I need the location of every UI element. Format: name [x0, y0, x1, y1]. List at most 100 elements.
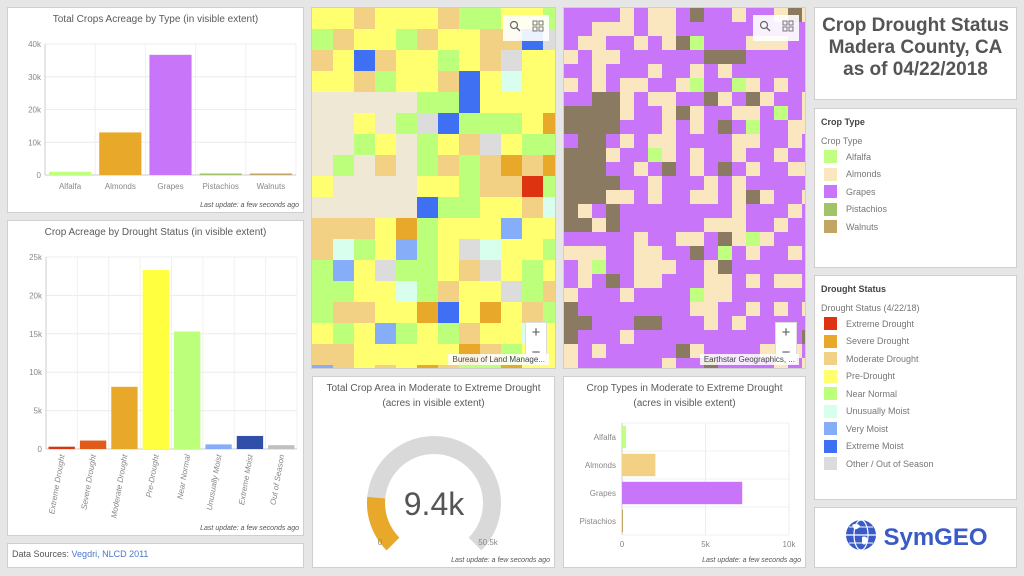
- map-field: [802, 190, 805, 204]
- map-field: [578, 162, 592, 176]
- map-field: [718, 260, 732, 274]
- map-field: [438, 323, 459, 344]
- basemap-gallery-icon[interactable]: [532, 19, 544, 37]
- legend-item: Almonds: [821, 166, 1010, 184]
- map-field: [459, 29, 480, 50]
- map-field: [396, 302, 417, 323]
- map-field: [375, 281, 396, 302]
- map-field: [522, 155, 543, 176]
- map-field: [606, 218, 620, 232]
- map-field: [333, 239, 354, 260]
- map-field: [690, 246, 704, 260]
- map-field: [333, 50, 354, 71]
- x-tick-label: Alfalfa: [59, 182, 82, 191]
- map-field: [564, 204, 578, 218]
- map-field: [746, 232, 760, 246]
- map-field: [522, 218, 543, 239]
- map-field: [396, 323, 417, 344]
- map-field: [312, 155, 333, 176]
- drought-map[interactable]: + − Bureau of Land Manage...: [311, 7, 556, 369]
- map-field: [459, 155, 480, 176]
- legend-swatch: [824, 422, 837, 436]
- map-field: [592, 22, 606, 36]
- map-field: [312, 302, 333, 323]
- map-field: [375, 260, 396, 281]
- legend-item: Near Normal: [821, 385, 1010, 403]
- legend-swatch: [824, 185, 837, 199]
- map-field: [312, 218, 333, 239]
- bar-pistachios: [199, 173, 242, 175]
- map-field: [354, 281, 375, 302]
- map-field: [564, 148, 578, 162]
- map-field: [396, 134, 417, 155]
- map-field: [732, 50, 746, 64]
- bar-extreme-moist: [236, 435, 264, 449]
- map-field: [704, 218, 718, 232]
- legend-subtitle: Drought Status (4/22/18): [821, 303, 920, 313]
- crop-map-canvas[interactable]: [564, 8, 806, 369]
- map-field: [704, 260, 718, 274]
- map-field: [564, 162, 578, 176]
- map-field: [578, 36, 592, 50]
- map-field: [522, 113, 543, 134]
- map-field: [704, 92, 718, 106]
- map-field: [501, 323, 522, 344]
- y-tick-label: 30k: [28, 73, 42, 82]
- map-field: [396, 71, 417, 92]
- map-field: [690, 8, 704, 22]
- map-field: [438, 134, 459, 155]
- map-field: [746, 190, 760, 204]
- map-field: [606, 120, 620, 134]
- map-field: [648, 22, 662, 36]
- last-update: Last update: a few seconds ago: [200, 202, 299, 209]
- drought-map-canvas[interactable]: [312, 8, 556, 369]
- map-field: [480, 8, 501, 29]
- x-tick-label: Near Normal: [175, 454, 192, 500]
- map-field: [718, 288, 732, 302]
- map-field: [732, 148, 746, 162]
- zoom-in-button[interactable]: +: [776, 323, 796, 343]
- map-field: [438, 71, 459, 92]
- legend-item: Walnuts: [821, 218, 1010, 236]
- map-field: [662, 22, 676, 36]
- legend-label: Other / Out of Season: [846, 458, 934, 469]
- map-field: [312, 8, 333, 29]
- crops-by-type-chart: 0 10k 20k 30k 40k Alfalfa Almonds Grapes Pistach…: [28, 40, 297, 191]
- map-field: [676, 106, 690, 120]
- zoom-in-button[interactable]: +: [526, 323, 546, 343]
- map-field: [606, 176, 620, 190]
- map-field: [704, 190, 718, 204]
- map-field: [522, 197, 543, 218]
- map-field: [746, 274, 760, 288]
- map-field: [732, 232, 746, 246]
- crop-map[interactable]: + − Earthstar Geographics, ...: [563, 7, 806, 369]
- map-field: [501, 197, 522, 218]
- search-icon[interactable]: [509, 19, 521, 37]
- legend-label: Extreme Drought: [846, 318, 915, 329]
- map-field: [354, 155, 375, 176]
- data-sources-link[interactable]: Vegdri, NLCD 2011: [72, 549, 149, 559]
- search-icon[interactable]: [759, 19, 771, 37]
- map-field: [606, 190, 620, 204]
- map-field: [592, 176, 606, 190]
- map-field: [354, 260, 375, 281]
- map-field: [704, 316, 718, 330]
- data-sources-label: Data Sources:: [12, 549, 70, 559]
- map-field: [438, 218, 459, 239]
- map-field: [746, 92, 760, 106]
- logo-text: SymGEO: [883, 523, 988, 551]
- map-field: [396, 365, 417, 368]
- map-field: [564, 50, 578, 64]
- legend-label: Alfalfa: [846, 151, 872, 162]
- map-field: [676, 344, 690, 358]
- y-tick-label: 5k: [34, 407, 43, 416]
- gauge-min-label: 0: [378, 538, 383, 547]
- bar-near-normal: [174, 331, 201, 449]
- y-tick-label: 10k: [29, 368, 43, 377]
- map-field: [690, 302, 704, 316]
- map-field: [704, 176, 718, 190]
- map-field: [634, 274, 648, 288]
- map-field: [480, 260, 501, 281]
- basemap-gallery-icon[interactable]: [782, 19, 794, 37]
- legend-swatch: [824, 457, 837, 471]
